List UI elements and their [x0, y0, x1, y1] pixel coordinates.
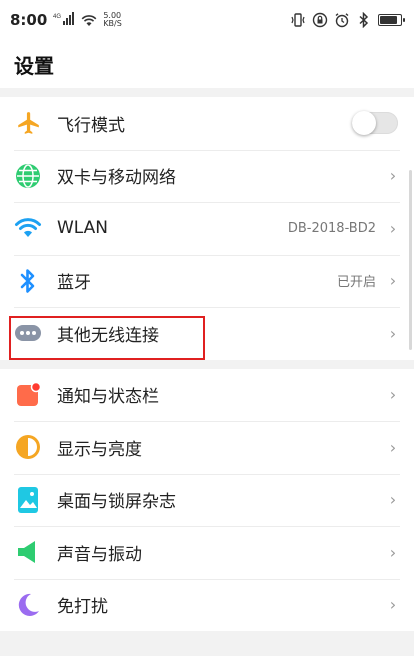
network-speed-unit: KB/S — [103, 19, 122, 28]
settings-item-label: 其他无线连接 — [57, 325, 159, 346]
wlan-network-name: DB-2018-BD2 — [287, 220, 376, 236]
globe-icon — [14, 162, 42, 190]
settings-item-bluetooth[interactable]: 蓝牙 已开启 › — [0, 254, 414, 308]
settings-item-dual-sim[interactable]: 双卡与移动网络 › — [0, 149, 414, 203]
bluetooth-status: 已开启 — [336, 275, 376, 291]
wallpaper-icon — [14, 486, 42, 514]
chevron-right-icon: › — [389, 542, 397, 562]
chevron-right-icon: › — [389, 166, 397, 186]
settings-item-do-not-disturb[interactable]: 免打扰 › — [0, 578, 414, 632]
settings-item-label: 声音与振动 — [57, 544, 142, 565]
scrollbar[interactable] — [409, 170, 412, 350]
settings-group-connectivity: 飞行模式 双卡与移动网络 › WLAN DB-2018-BD2 › 蓝牙 已开启… — [0, 97, 414, 360]
settings-item-notifications[interactable]: 通知与状态栏 › — [0, 369, 414, 422]
notification-icon — [14, 381, 42, 409]
chevron-right-icon: › — [389, 437, 397, 457]
settings-item-label: 显示与亮度 — [57, 439, 142, 460]
svg-text:4G: 4G — [53, 14, 61, 20]
airplane-mode-toggle[interactable] — [352, 111, 398, 136]
bluetooth-icon — [14, 267, 42, 295]
settings-item-label: WLAN — [57, 218, 109, 239]
airplane-icon — [14, 109, 42, 137]
network-speed: 5.00 KB/S — [103, 12, 122, 28]
wifi-icon — [14, 214, 42, 242]
settings-item-label: 飞行模式 — [57, 115, 125, 136]
speaker-icon — [14, 538, 42, 566]
settings-item-sound[interactable]: 声音与振动 › — [0, 526, 414, 579]
chevron-right-icon: › — [389, 323, 397, 343]
status-bar: 8:00 4G 5.00 KB/S — [0, 0, 414, 40]
settings-item-label: 桌面与锁屏杂志 — [57, 492, 176, 513]
settings-item-other-wireless[interactable]: 其他无线连接 › — [0, 307, 414, 360]
page-header: 设置 — [0, 40, 414, 88]
toggle-knob — [352, 111, 376, 136]
settings-group-display: 通知与状态栏 › 显示与亮度 › 桌面与锁屏杂志 › 声音与振动 › 免打扰 › — [0, 368, 414, 632]
chevron-right-icon: › — [389, 490, 397, 510]
alarm-icon — [334, 12, 350, 28]
settings-item-wlan[interactable]: WLAN DB-2018-BD2 › — [0, 202, 414, 255]
settings-item-label: 双卡与移动网络 — [57, 168, 176, 189]
chevron-right-icon: › — [389, 385, 397, 405]
settings-item-wallpaper[interactable]: 桌面与锁屏杂志 › — [0, 473, 414, 527]
vibrate-icon — [290, 12, 306, 28]
moon-icon — [14, 591, 42, 619]
settings-item-label: 通知与状态栏 — [57, 387, 159, 408]
settings-item-label: 蓝牙 — [57, 273, 91, 294]
chevron-right-icon: › — [389, 218, 397, 238]
battery-level — [380, 16, 397, 24]
settings-item-display-brightness[interactable]: 显示与亮度 › — [0, 421, 414, 474]
settings-item-label: 免打扰 — [57, 597, 108, 618]
battery-icon — [378, 14, 405, 26]
chevron-right-icon: › — [389, 595, 397, 615]
bluetooth-status-icon — [356, 12, 372, 28]
chevron-right-icon: › — [389, 271, 397, 291]
wifi-status-icon — [81, 12, 97, 28]
more-dots-icon — [14, 319, 42, 347]
brightness-icon — [14, 433, 42, 461]
status-time: 8:00 — [10, 11, 48, 29]
page-title: 设置 — [14, 53, 54, 78]
settings-item-airplane-mode[interactable]: 飞行模式 — [0, 97, 414, 150]
cellular-signal-icon: 4G — [53, 11, 75, 29]
lock-rotation-icon — [312, 12, 328, 28]
